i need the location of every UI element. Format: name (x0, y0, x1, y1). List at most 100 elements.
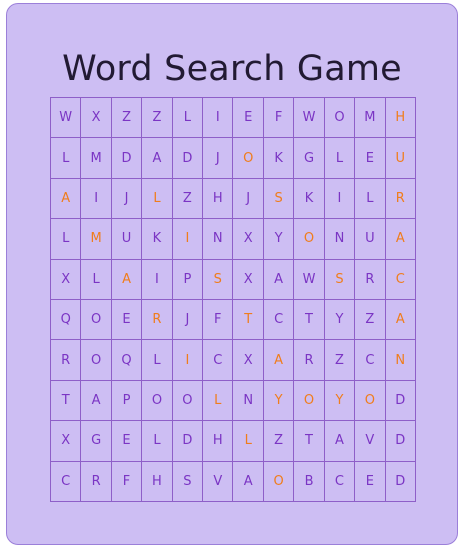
grid-cell-r9-c0[interactable]: C (51, 461, 82, 502)
grid-cell-r6-c10[interactable]: C (355, 340, 386, 381)
grid-cell-r8-c5[interactable]: H (203, 421, 234, 462)
grid-cell-r2-c0[interactable]: A (51, 178, 82, 220)
grid-cell-r8-c1[interactable]: G (81, 421, 112, 462)
grid-cell-r6-c6[interactable]: X (233, 340, 264, 381)
grid-cell-r0-c4[interactable]: L (172, 98, 204, 139)
grid-cell-r0-c2[interactable]: Z (111, 98, 143, 139)
grid-cell-r1-c0[interactable]: L (51, 138, 82, 179)
grid-cell-r7-c10[interactable]: O (355, 380, 386, 422)
grid-cell-r4-c11[interactable]: C (385, 259, 416, 300)
grid-cell-r2-c2[interactable]: J (111, 178, 143, 220)
grid-cell-r4-c4[interactable]: P (172, 259, 204, 300)
grid-cell-r4-c3[interactable]: I (142, 259, 173, 300)
grid-cell-r0-c5[interactable]: I (203, 98, 234, 139)
grid-cell-r0-c0[interactable]: W (51, 98, 82, 139)
grid-cell-r5-c9[interactable]: Y (324, 300, 356, 341)
grid-cell-r3-c5[interactable]: N (203, 219, 234, 260)
grid-cell-r0-c11[interactable]: H (385, 98, 416, 139)
grid-cell-r2-c4[interactable]: Z (172, 178, 204, 220)
grid-cell-r4-c5[interactable]: S (203, 259, 234, 300)
grid-cell-r0-c10[interactable]: M (355, 98, 386, 139)
grid-cell-r5-c6[interactable]: T (233, 300, 264, 341)
grid-cell-r1-c10[interactable]: E (355, 138, 386, 179)
grid-cell-r1-c2[interactable]: D (111, 138, 143, 179)
grid-cell-r2-c1[interactable]: I (81, 178, 112, 220)
grid-cell-r3-c7[interactable]: Y (263, 219, 295, 260)
grid-cell-r4-c6[interactable]: X (233, 259, 264, 300)
grid-cell-r2-c7[interactable]: S (263, 178, 295, 220)
grid-cell-r2-c11[interactable]: R (385, 178, 416, 220)
grid-cell-r5-c4[interactable]: J (172, 300, 204, 341)
grid-cell-r8-c6[interactable]: L (233, 421, 264, 462)
grid-cell-r2-c10[interactable]: L (355, 178, 386, 220)
grid-cell-r6-c4[interactable]: I (172, 340, 204, 381)
grid-cell-r3-c8[interactable]: O (294, 219, 325, 260)
grid-cell-r8-c11[interactable]: D (385, 421, 416, 462)
grid-cell-r0-c8[interactable]: W (294, 98, 325, 139)
grid-cell-r1-c7[interactable]: K (263, 138, 295, 179)
grid-cell-r3-c0[interactable]: L (51, 219, 82, 260)
grid-cell-r7-c0[interactable]: T (51, 380, 82, 422)
grid-cell-r3-c6[interactable]: X (233, 219, 264, 260)
grid-cell-r7-c3[interactable]: O (142, 380, 173, 422)
grid-cell-r2-c3[interactable]: L (142, 178, 173, 220)
grid-cell-r9-c7[interactable]: O (263, 461, 295, 502)
grid-cell-r7-c4[interactable]: O (172, 380, 204, 422)
grid-cell-r8-c9[interactable]: A (324, 421, 356, 462)
grid-cell-r9-c10[interactable]: E (355, 461, 386, 502)
grid-cell-r7-c9[interactable]: Y (324, 380, 356, 422)
grid-cell-r9-c1[interactable]: R (81, 461, 112, 502)
grid-cell-r1-c1[interactable]: M (81, 138, 112, 179)
grid-cell-r8-c8[interactable]: T (294, 421, 325, 462)
grid-cell-r3-c4[interactable]: I (172, 219, 204, 260)
grid-cell-r8-c3[interactable]: L (142, 421, 173, 462)
grid-cell-r1-c6[interactable]: O (233, 138, 264, 179)
grid-cell-r6-c9[interactable]: Z (324, 340, 356, 381)
grid-cell-r3-c3[interactable]: K (142, 219, 173, 260)
grid-cell-r8-c0[interactable]: X (51, 421, 82, 462)
grid-cell-r8-c10[interactable]: V (355, 421, 386, 462)
grid-cell-r9-c11[interactable]: D (385, 461, 416, 502)
grid-cell-r8-c7[interactable]: Z (263, 421, 295, 462)
grid-cell-r8-c2[interactable]: E (111, 421, 143, 462)
grid-cell-r5-c7[interactable]: C (263, 300, 295, 341)
grid-cell-r1-c9[interactable]: L (324, 138, 356, 179)
grid-cell-r0-c3[interactable]: Z (142, 98, 173, 139)
grid-cell-r9-c6[interactable]: A (233, 461, 264, 502)
grid-cell-r6-c8[interactable]: R (294, 340, 325, 381)
grid-cell-r2-c5[interactable]: H (203, 178, 234, 220)
grid-cell-r4-c2[interactable]: A (111, 259, 143, 300)
grid-cell-r7-c6[interactable]: N (233, 380, 264, 422)
grid-cell-r7-c8[interactable]: O (294, 380, 325, 422)
grid-cell-r4-c9[interactable]: S (324, 259, 356, 300)
grid-cell-r3-c9[interactable]: N (324, 219, 356, 260)
grid-cell-r5-c2[interactable]: E (111, 300, 143, 341)
grid-cell-r1-c4[interactable]: D (172, 138, 204, 179)
grid-cell-r5-c1[interactable]: O (81, 300, 112, 341)
grid-cell-r7-c11[interactable]: D (385, 380, 416, 422)
grid-cell-r1-c11[interactable]: U (385, 138, 416, 179)
grid-cell-r5-c0[interactable]: Q (51, 300, 82, 341)
grid-cell-r2-c6[interactable]: J (233, 178, 264, 220)
grid-cell-r7-c7[interactable]: Y (263, 380, 295, 422)
grid-cell-r5-c11[interactable]: A (385, 300, 416, 341)
grid-cell-r8-c4[interactable]: D (172, 421, 204, 462)
grid-cell-r3-c2[interactable]: U (111, 219, 143, 260)
grid-cell-r4-c10[interactable]: R (355, 259, 386, 300)
grid-cell-r4-c8[interactable]: W (294, 259, 325, 300)
grid-cell-r9-c8[interactable]: B (294, 461, 325, 502)
grid-cell-r9-c4[interactable]: S (172, 461, 204, 502)
grid-cell-r1-c3[interactable]: A (142, 138, 173, 179)
grid-cell-r6-c7[interactable]: A (263, 340, 295, 381)
grid-cell-r5-c8[interactable]: T (294, 300, 325, 341)
grid-cell-r5-c5[interactable]: F (203, 300, 234, 341)
grid-cell-r6-c1[interactable]: O (81, 340, 112, 381)
grid-cell-r7-c5[interactable]: L (203, 380, 234, 422)
grid-cell-r0-c1[interactable]: X (81, 98, 112, 139)
grid-cell-r9-c5[interactable]: V (203, 461, 234, 502)
grid-cell-r0-c6[interactable]: E (233, 98, 264, 139)
grid-cell-r3-c10[interactable]: U (355, 219, 386, 260)
grid-cell-r3-c1[interactable]: M (81, 219, 112, 260)
grid-cell-r0-c7[interactable]: F (263, 98, 295, 139)
grid-cell-r9-c3[interactable]: H (142, 461, 173, 502)
